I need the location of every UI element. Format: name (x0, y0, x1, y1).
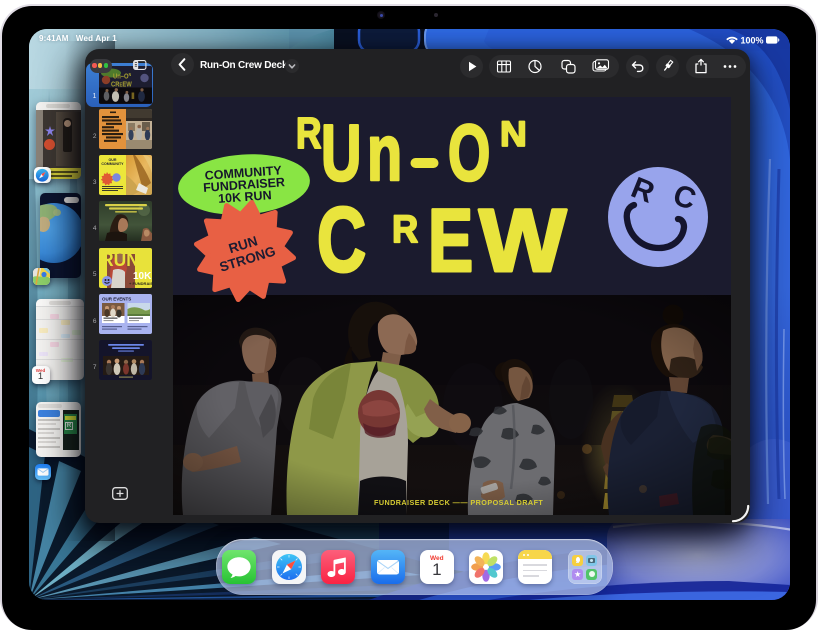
svg-text:N: N (500, 114, 527, 154)
svg-text:FUNDRAISER DECK —— PROPOSAL DR: FUNDRAISER DECK —— PROPOSAL DRAFT (374, 498, 543, 507)
svg-text:C: C (317, 189, 366, 291)
svg-text:O: O (448, 108, 490, 197)
svg-text:U: U (321, 107, 361, 197)
svg-text:R: R (392, 207, 418, 250)
svg-text:W: W (479, 191, 567, 290)
svg-text:COMMUNITY: COMMUNITY (101, 162, 124, 166)
svg-text:RUN: RUN (101, 248, 139, 270)
svg-text:OUR EVENTS: OUR EVENTS (102, 297, 131, 302)
svg-text:Un–ON: Un–ON (113, 72, 131, 81)
svg-text:R: R (296, 109, 321, 158)
svg-text:+ FUNDRAISER: + FUNDRAISER (129, 281, 153, 286)
svg-text:100%: 100% (741, 36, 764, 46)
svg-text:E: E (428, 190, 473, 290)
svg-text:n: n (367, 107, 402, 197)
